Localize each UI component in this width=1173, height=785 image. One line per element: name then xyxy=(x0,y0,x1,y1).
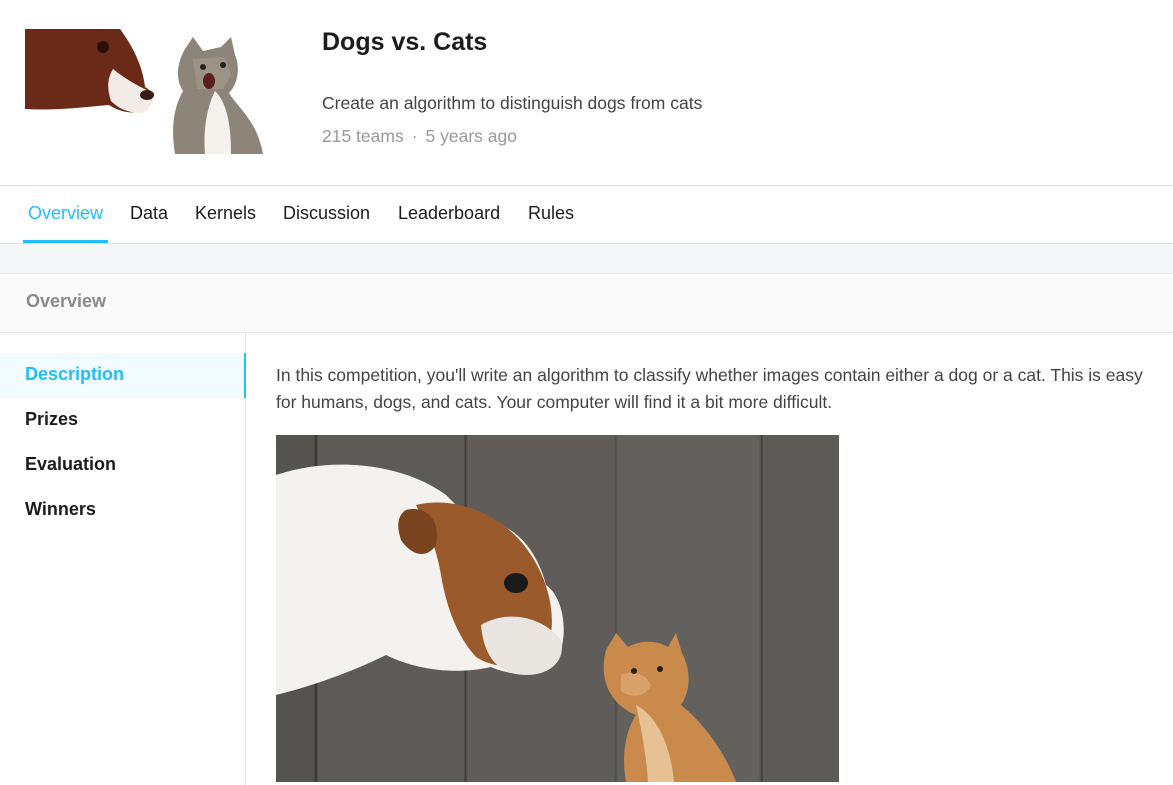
competition-meta: 215 teams · 5 years ago xyxy=(322,126,517,147)
sidebar-item-winners[interactable]: Winners xyxy=(0,488,245,533)
dog-and-cat-thumbnail-image xyxy=(25,29,270,154)
competition-thumbnail xyxy=(25,29,270,154)
competition-title: Dogs vs. Cats xyxy=(322,28,488,56)
dog-facing-cat-image xyxy=(276,435,839,782)
tab-rules[interactable]: Rules xyxy=(523,186,579,242)
description-image xyxy=(276,435,839,782)
section-header: Overview xyxy=(0,274,1173,333)
tab-discussion[interactable]: Discussion xyxy=(278,186,375,242)
competition-tabs: Overview Data Kernels Discussion Leaderb… xyxy=(0,186,1173,244)
sidebar-item-prizes[interactable]: Prizes xyxy=(0,398,245,443)
team-count: 215 teams xyxy=(322,126,404,146)
tab-overview[interactable]: Overview xyxy=(23,186,109,243)
sidebar-item-description[interactable]: Description xyxy=(0,353,246,398)
tab-data[interactable]: Data xyxy=(125,186,173,242)
competition-age: 5 years ago xyxy=(425,126,517,146)
competition-subtitle: Create an algorithm to distinguish dogs … xyxy=(322,93,703,113)
tab-leaderboard[interactable]: Leaderboard xyxy=(393,186,505,242)
description-text: In this competition, you'll write an alg… xyxy=(276,365,1143,412)
sidebar-item-evaluation[interactable]: Evaluation xyxy=(0,443,245,488)
overview-sidebar: Description Prizes Evaluation Winners xyxy=(0,333,246,785)
divider-band xyxy=(0,244,1173,274)
meta-separator: · xyxy=(411,126,418,146)
tab-kernels[interactable]: Kernels xyxy=(190,186,261,242)
competition-header: Dogs vs. Cats Create an algorithm to dis… xyxy=(0,0,1173,186)
section-heading: Overview xyxy=(26,291,107,311)
